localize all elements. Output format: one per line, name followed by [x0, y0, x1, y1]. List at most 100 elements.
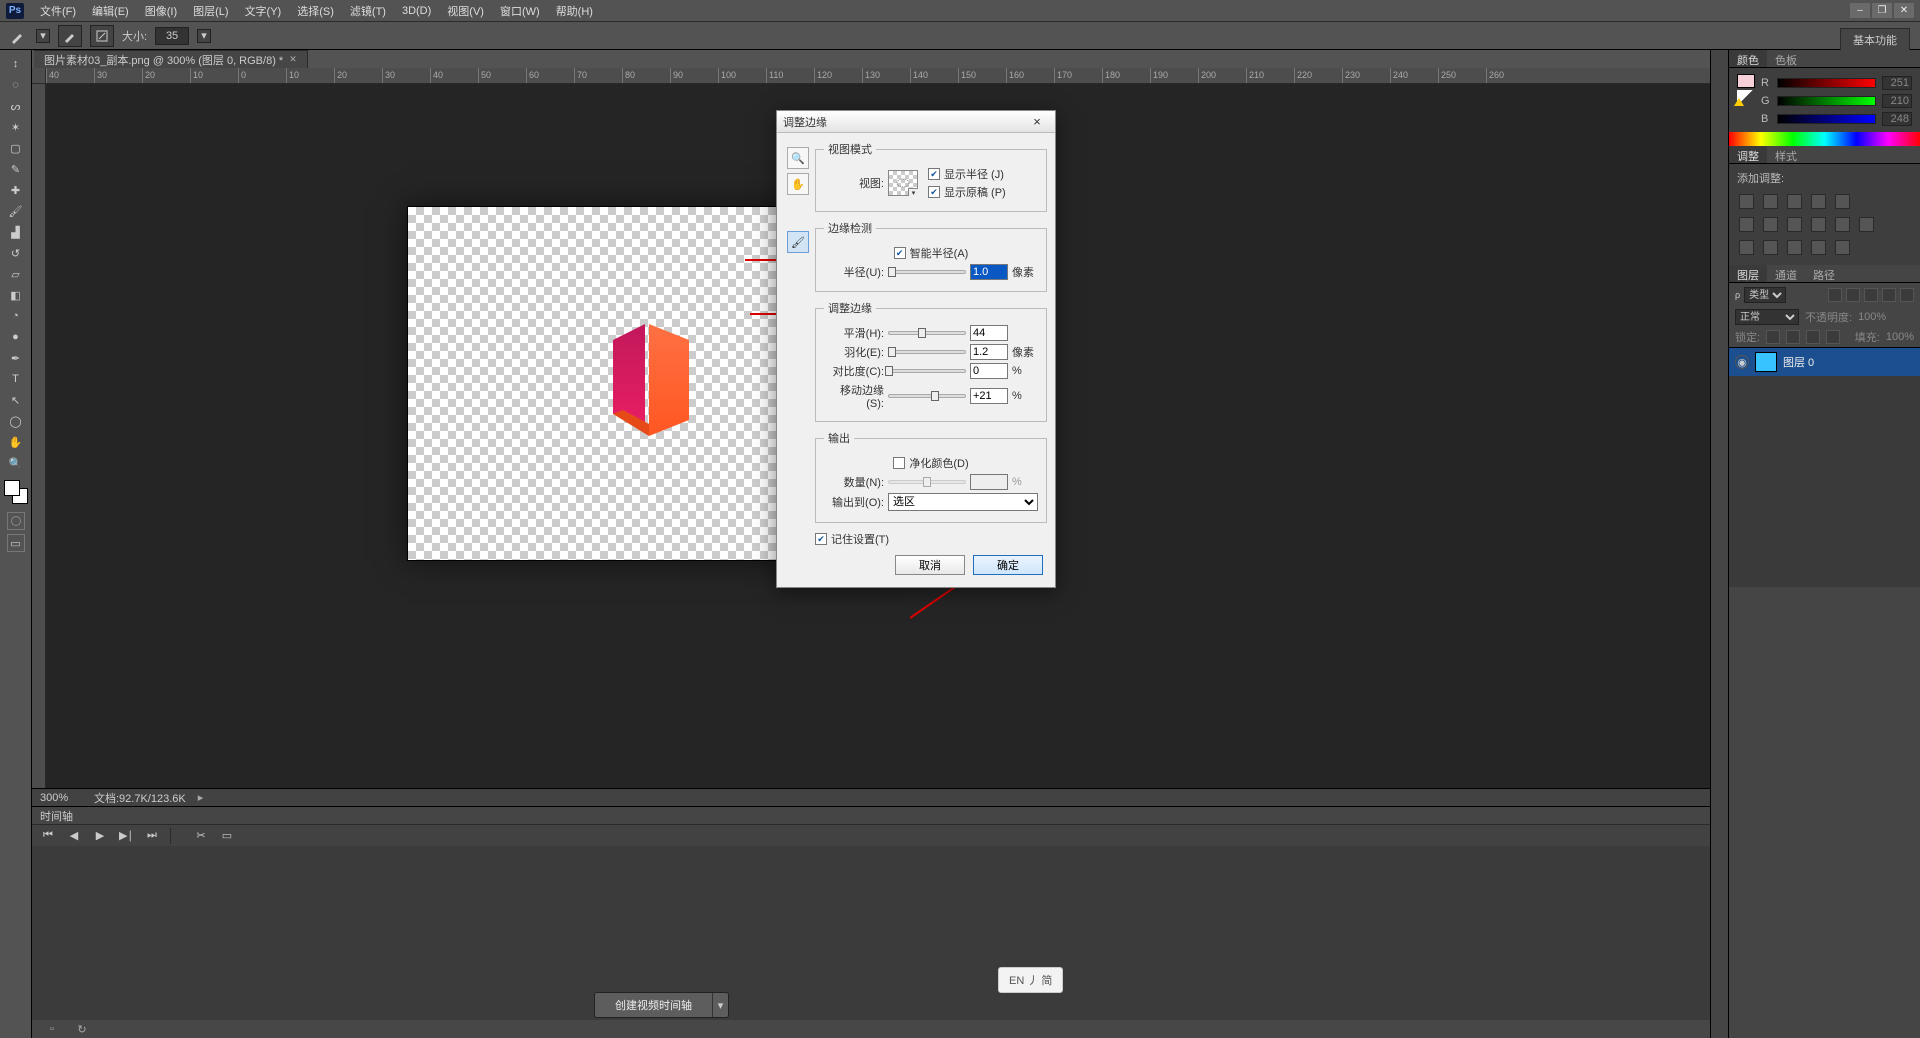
shift-edge-slider[interactable]: [888, 394, 966, 398]
brush-tool-icon[interactable]: 🖌: [4, 201, 28, 221]
shape-tool-icon[interactable]: ◯: [4, 411, 28, 431]
brush-icon[interactable]: [58, 25, 82, 47]
adj-exposure-icon[interactable]: [1811, 194, 1826, 209]
stamp-tool-icon[interactable]: ▟: [4, 222, 28, 242]
screenmode-icon[interactable]: ▭: [7, 534, 25, 552]
menu-type[interactable]: 文字(Y): [237, 1, 290, 21]
adj-gradmap-icon[interactable]: [1811, 240, 1826, 255]
tl-prev-frame-icon[interactable]: ◀: [66, 829, 82, 843]
show-original-checkbox[interactable]: [928, 186, 940, 198]
zoom-tool-icon[interactable]: 🔍: [4, 453, 28, 473]
color-tab[interactable]: 颜色: [1729, 50, 1767, 67]
tl-footer-slot-2[interactable]: ↻: [72, 1023, 92, 1035]
pen-tool-icon[interactable]: ✒: [4, 348, 28, 368]
type-tool-icon[interactable]: T: [4, 369, 28, 389]
filter-pixel-icon[interactable]: [1828, 288, 1842, 302]
adj-brightness-icon[interactable]: [1739, 194, 1754, 209]
feather-input[interactable]: [970, 344, 1008, 360]
eyedropper-tool-icon[interactable]: ✎: [4, 159, 28, 179]
menu-window[interactable]: 窗口(W): [492, 1, 548, 21]
color-bg-swatch[interactable]: [1737, 90, 1755, 104]
filter-adjust-icon[interactable]: [1846, 288, 1860, 302]
menu-filter[interactable]: 滤镜(T): [342, 1, 394, 21]
adj-lut-icon[interactable]: [1859, 217, 1874, 232]
remember-checkbox[interactable]: [815, 533, 827, 545]
layer-row[interactable]: ◉ 图层 0: [1729, 348, 1920, 376]
adj-invert-icon[interactable]: [1739, 240, 1754, 255]
menu-3d[interactable]: 3D(D): [394, 3, 439, 19]
blur-tool-icon[interactable]: ◔: [4, 306, 28, 326]
blend-mode-select[interactable]: 正常: [1735, 309, 1799, 325]
spectrum-bar[interactable]: [1729, 132, 1920, 146]
lock-pixels-icon[interactable]: [1786, 330, 1800, 344]
styles-tab[interactable]: 样式: [1767, 146, 1805, 163]
dlg-refine-brush-icon[interactable]: 🖌: [787, 231, 809, 253]
window-minimize-icon[interactable]: –: [1850, 3, 1870, 18]
color-g-value[interactable]: 210: [1882, 94, 1912, 108]
dodge-tool-icon[interactable]: ●: [4, 327, 28, 347]
path-tool-icon[interactable]: ↖: [4, 390, 28, 410]
tool-preset-dropdown[interactable]: ▾: [36, 29, 50, 43]
color-b-value[interactable]: 248: [1882, 112, 1912, 126]
brush-overlay-icon[interactable]: [90, 25, 114, 47]
view-mode-swatch[interactable]: ▾: [888, 170, 918, 196]
window-restore-icon[interactable]: ❐: [1872, 3, 1892, 18]
window-close-icon[interactable]: ✕: [1894, 3, 1914, 18]
lasso-tool-icon[interactable]: ᔕ: [4, 96, 28, 116]
adj-hue-icon[interactable]: [1739, 217, 1754, 232]
smooth-input[interactable]: [970, 325, 1008, 341]
adjust-tab[interactable]: 调整: [1729, 146, 1767, 163]
view-mode-dropdown-icon[interactable]: ▾: [908, 188, 918, 196]
menu-help[interactable]: 帮助(H): [548, 1, 601, 21]
contrast-slider[interactable]: [888, 369, 966, 373]
adj-colbal-icon[interactable]: [1763, 217, 1778, 232]
tl-footer-slot-1[interactable]: ▫: [42, 1023, 62, 1035]
lock-trans-icon[interactable]: [1766, 330, 1780, 344]
adj-poster-icon[interactable]: [1763, 240, 1778, 255]
filter-smart-icon[interactable]: [1900, 288, 1914, 302]
contrast-input[interactable]: [970, 363, 1008, 379]
menu-select[interactable]: 选择(S): [289, 1, 342, 21]
eraser-tool-icon[interactable]: ▱: [4, 264, 28, 284]
tl-next-frame-icon[interactable]: ▶∣: [118, 829, 134, 843]
gradient-tool-icon[interactable]: ◧: [4, 285, 28, 305]
layers-tab[interactable]: 图层: [1729, 265, 1767, 282]
fill-value[interactable]: 100%: [1886, 331, 1914, 343]
timeline-panel-tab[interactable]: 时间轴: [32, 806, 1710, 824]
zoom-field[interactable]: [40, 792, 82, 804]
dlg-zoom-tool-icon[interactable]: 🔍: [787, 147, 809, 169]
color-b-slider[interactable]: [1777, 114, 1876, 124]
show-radius-checkbox[interactable]: [928, 168, 940, 180]
adj-thresh-icon[interactable]: [1787, 240, 1802, 255]
dlg-hand-tool-icon[interactable]: ✋: [787, 173, 809, 195]
color-r-slider[interactable]: [1777, 78, 1876, 88]
create-video-timeline-dropdown-icon[interactable]: ▾: [712, 993, 728, 1017]
filter-shape-icon[interactable]: [1882, 288, 1896, 302]
history-brush-icon[interactable]: ↺: [4, 243, 28, 263]
filter-type-icon[interactable]: [1864, 288, 1878, 302]
adj-curves-icon[interactable]: [1787, 194, 1802, 209]
status-expand-icon[interactable]: ▸: [198, 791, 204, 804]
adj-photo-icon[interactable]: [1811, 217, 1826, 232]
menu-layer[interactable]: 图层(L): [185, 1, 236, 21]
swatches-tab[interactable]: 色板: [1767, 50, 1805, 67]
radius-input[interactable]: [970, 264, 1008, 280]
layer-name[interactable]: 图层 0: [1783, 354, 1814, 370]
lock-all-icon[interactable]: [1826, 330, 1840, 344]
tl-first-frame-icon[interactable]: ⏮: [40, 829, 56, 843]
smooth-slider[interactable]: [888, 331, 966, 335]
document-tab-close-icon[interactable]: ✕: [289, 54, 297, 65]
feather-slider[interactable]: [888, 350, 966, 354]
adj-levels-icon[interactable]: [1763, 194, 1778, 209]
heal-tool-icon[interactable]: ✚: [4, 180, 28, 200]
adj-vibrance-icon[interactable]: [1835, 194, 1850, 209]
tl-transition-icon[interactable]: ▭: [219, 829, 235, 843]
layer-filter-kind[interactable]: 类型: [1744, 287, 1786, 303]
channels-tab[interactable]: 通道: [1767, 265, 1805, 282]
dialog-close-icon[interactable]: ×: [1025, 114, 1049, 129]
output-to-select[interactable]: 选区: [888, 493, 1038, 511]
decon-checkbox[interactable]: [893, 457, 905, 469]
create-video-timeline-button[interactable]: 创建视频时间轴 ▾: [594, 992, 729, 1018]
crop-tool-icon[interactable]: ▢: [4, 138, 28, 158]
color-swatch-icon[interactable]: [4, 480, 28, 504]
